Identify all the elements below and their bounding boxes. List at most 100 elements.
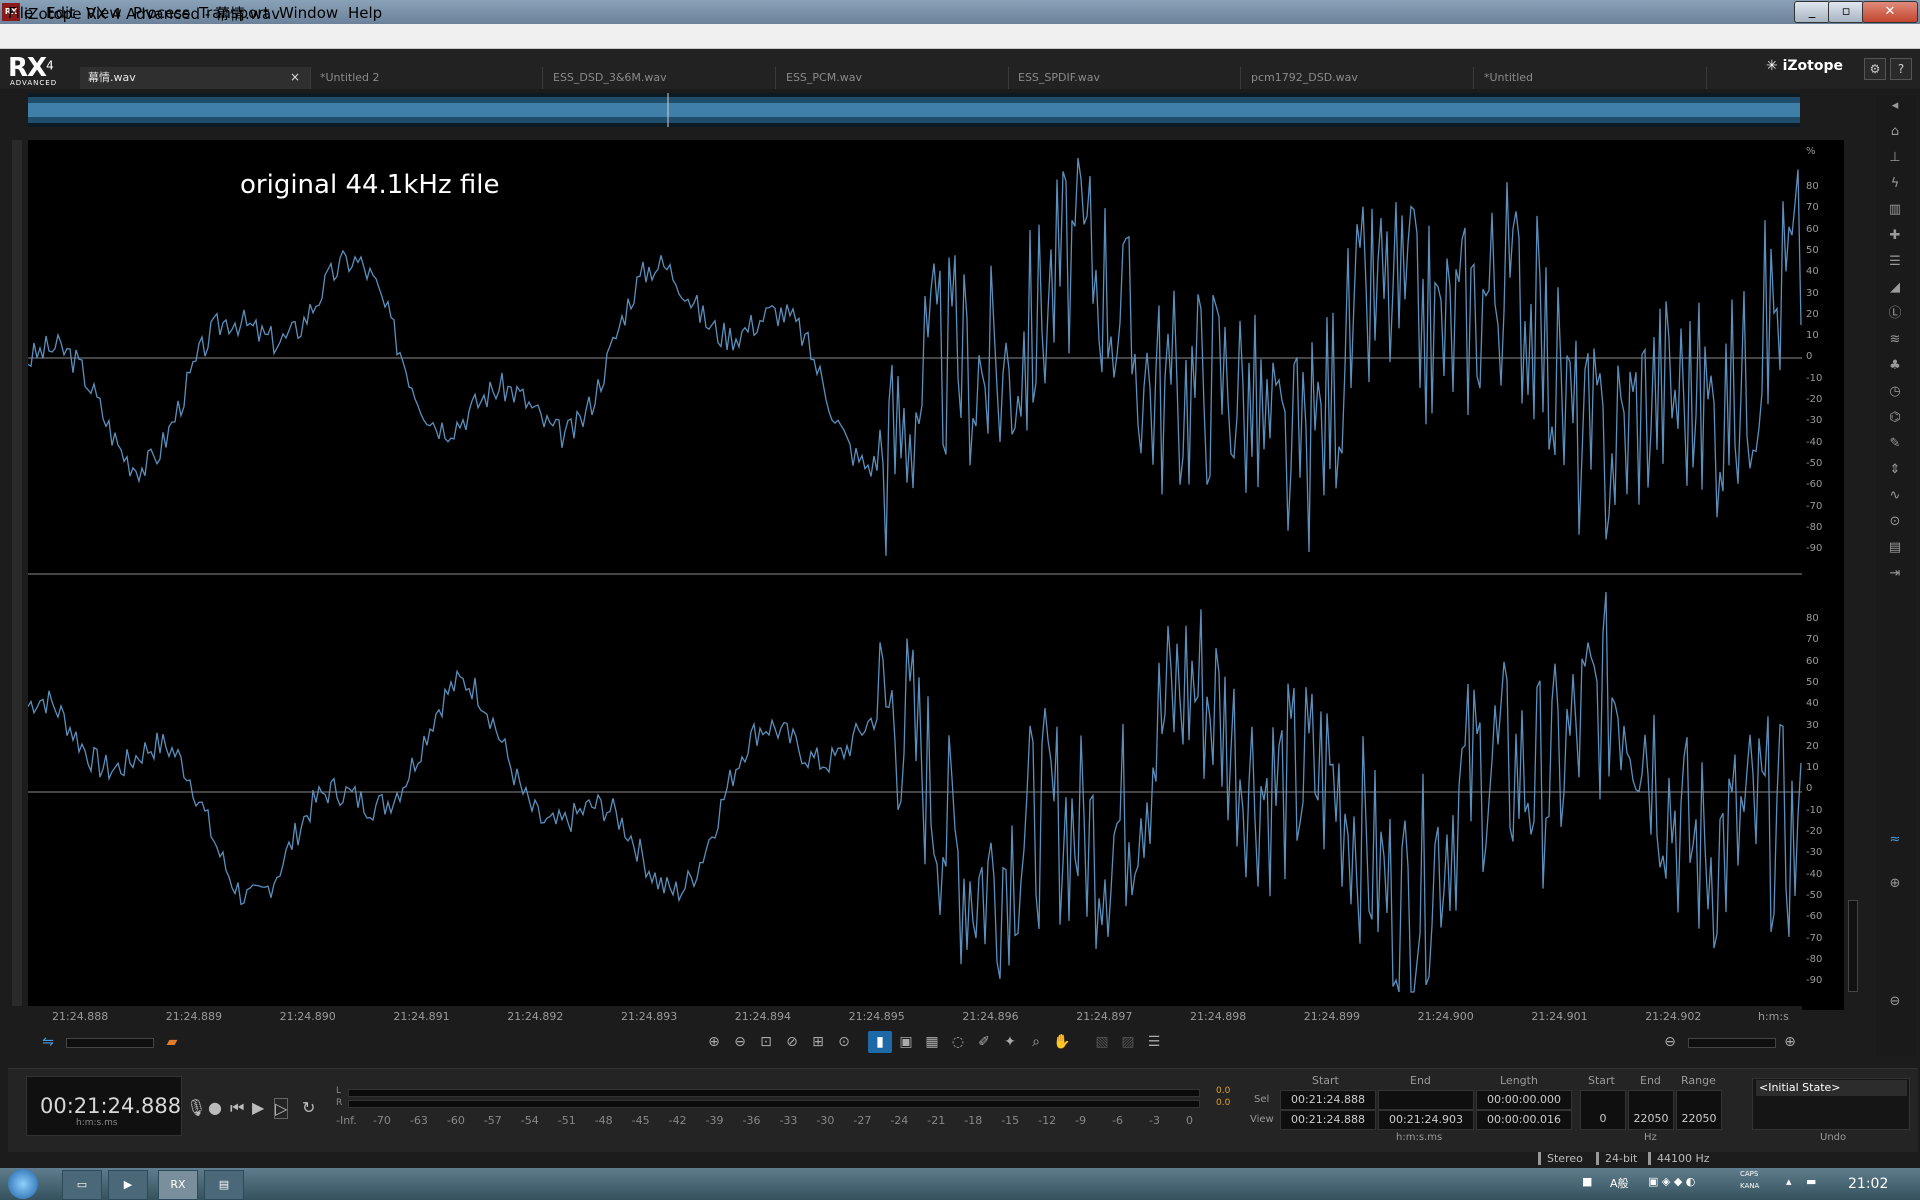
record-button[interactable]: ●	[208, 1098, 222, 1117]
time-selection-tool-icon[interactable]: ▮	[868, 1031, 892, 1053]
hum-tool-icon[interactable]: ▥	[1884, 200, 1906, 220]
eq-tool-icon[interactable]: ☰	[1884, 252, 1906, 272]
spectrogram-blend-slider[interactable]	[66, 1038, 154, 1048]
tab-file-active[interactable]: 幕情.wav	[80, 67, 311, 89]
plugin-tool-icon[interactable]: ✎	[1884, 434, 1906, 454]
vertical-zoom-in-icon[interactable]: ⊕	[1884, 874, 1906, 894]
windows-taskbar	[0, 1168, 1920, 1200]
menu-file[interactable]: File	[8, 4, 33, 22]
magnifier-tool-icon[interactable]: ⌕	[1024, 1031, 1048, 1053]
freq-selection-tool-icon[interactable]: ▣	[894, 1031, 918, 1053]
batch-tool-icon[interactable]: ▤	[1884, 538, 1906, 558]
lasso-tool-icon[interactable]: ◌	[946, 1031, 970, 1053]
freq-end-field[interactable]: 22050	[1628, 1090, 1674, 1130]
waveform-display[interactable]	[27, 140, 1802, 1006]
zoom-all-icon[interactable]: ⊞	[806, 1031, 830, 1053]
history-item[interactable]: <Initial State>	[1756, 1080, 1907, 1096]
freq-range-field[interactable]: 22050	[1676, 1090, 1722, 1130]
record-mic-icon[interactable]: 🎙	[186, 1098, 206, 1117]
vertical-zoom-out-icon[interactable]: ⊖	[1884, 992, 1906, 1012]
declick-tool-icon[interactable]: ⊥	[1884, 148, 1906, 168]
help-icon[interactable]: ?	[1890, 58, 1912, 80]
spectral-tool-icon[interactable]: ◢	[1884, 278, 1906, 298]
taskbar-clock: 21:02	[1848, 1176, 1889, 1192]
tab-untitled[interactable]: *Untitled	[1476, 67, 1707, 89]
tab-ess-pcm[interactable]: ESS_PCM.wav	[778, 67, 1009, 89]
resample-tool-icon[interactable]: ⇕	[1884, 460, 1906, 480]
horizontal-zoom-slider[interactable]	[1688, 1038, 1776, 1048]
menu-process[interactable]: Process	[133, 4, 190, 22]
loudness-tool-icon[interactable]: ⌬	[1884, 408, 1906, 428]
zoom-reset-icon[interactable]: ⊙	[832, 1031, 856, 1053]
tab-untitled-2[interactable]: *Untitled 2	[312, 67, 543, 89]
tray-arrow-icon[interactable]: ▴	[1786, 1175, 1792, 1188]
denoise-tool-icon[interactable]: ⌂	[1884, 122, 1906, 142]
pitch-tool-icon[interactable]: ∿	[1884, 486, 1906, 506]
waveform-overview[interactable]	[28, 93, 1800, 127]
menu-edit[interactable]: Edit	[46, 4, 75, 22]
view-length-field[interactable]: 00:00:00.016	[1476, 1110, 1572, 1130]
hand-tool-icon[interactable]: ✋	[1050, 1031, 1074, 1053]
magic-wand-icon[interactable]: ✦	[998, 1031, 1022, 1053]
leveler-tool-icon[interactable]: Ⓛ	[1884, 304, 1906, 324]
tab-ess-spdif[interactable]: ESS_SPDIF.wav	[1010, 67, 1241, 89]
ime-indicator[interactable]: A般	[1610, 1175, 1629, 1191]
clock-tool-icon[interactable]: ◷	[1884, 382, 1906, 402]
tab-ess-dsd[interactable]: ESS_DSD_3&6M.wav	[545, 67, 776, 89]
close-tab-icon[interactable]: ×	[290, 70, 300, 84]
amplitude-tick-top-9: -10	[1806, 372, 1823, 384]
playhead-strip[interactable]	[12, 140, 22, 1006]
loop-button[interactable]: ↻	[302, 1098, 315, 1117]
brush-tool-icon[interactable]: ✐	[972, 1031, 996, 1053]
bell-tool-icon[interactable]: ♣	[1884, 356, 1906, 376]
vertical-zoom-slider[interactable]	[1848, 900, 1858, 992]
media-taskbar-icon[interactable]: ▶	[108, 1170, 148, 1200]
zoom-out-time-icon[interactable]: ⊖	[728, 1031, 752, 1053]
view-start-field[interactable]: 00:21:24.888	[1280, 1110, 1376, 1130]
explorer-taskbar-icon[interactable]: ▭	[62, 1170, 102, 1200]
collapse-arrow-icon[interactable]: ◂	[1884, 96, 1906, 116]
settings-wrench-icon[interactable]: ⚙	[1864, 58, 1886, 80]
export-tool-icon[interactable]: ⇥	[1884, 564, 1906, 584]
h-zoom-out-icon[interactable]: ⊖	[1658, 1031, 1682, 1053]
menu-window[interactable]: Window	[279, 4, 338, 22]
play-button[interactable]: ▶	[252, 1098, 264, 1117]
channel-tool-icon[interactable]: ⊙	[1884, 512, 1906, 532]
start-button[interactable]	[8, 1169, 38, 1199]
zoom-in-time-icon[interactable]: ⊕	[702, 1031, 726, 1053]
sel-end-field[interactable]	[1378, 1090, 1474, 1110]
h-zoom-in-icon[interactable]: ⊕	[1778, 1031, 1802, 1053]
harmonics-tool-icon[interactable]: ▨	[1116, 1031, 1140, 1053]
window-taskbar-icon[interactable]: ▤	[204, 1170, 244, 1200]
layers-tool-icon[interactable]: ☰	[1142, 1031, 1166, 1053]
tab-pcm1792-dsd[interactable]: pcm1792_DSD.wav	[1243, 67, 1474, 89]
waveform-mode-icon[interactable]: ⇋	[36, 1031, 60, 1053]
minimize-button[interactable]: _	[1794, 1, 1830, 23]
zoom-fit-icon[interactable]: ⊘	[780, 1031, 804, 1053]
spectrogram-mode-icon[interactable]: ▰	[160, 1031, 184, 1053]
freq-start-field[interactable]: 0	[1580, 1090, 1626, 1130]
menu-view[interactable]: View	[86, 4, 122, 22]
annotation-text: original 44.1kHz file	[240, 170, 500, 200]
sel-length-field[interactable]: 00:00:00.000	[1476, 1090, 1572, 1110]
gain-tool-icon[interactable]: ✚	[1884, 226, 1906, 246]
rect-selection-tool-icon[interactable]: ▦	[920, 1031, 944, 1053]
zoom-selection-icon[interactable]: ⊡	[754, 1031, 778, 1053]
rx-taskbar-icon[interactable]: RX	[158, 1170, 198, 1200]
tray-shield-icon[interactable]: ■	[1582, 1175, 1592, 1188]
snap-tool-icon[interactable]: ▧	[1090, 1031, 1114, 1053]
network-icon[interactable]: ▬	[1806, 1175, 1816, 1188]
view-end-field[interactable]: 00:21:24.903	[1378, 1110, 1474, 1130]
tray-icons[interactable]: ▣ ◈ ◆ ◐	[1648, 1175, 1695, 1188]
close-window-button[interactable]: ✕	[1862, 1, 1918, 23]
play-selection-button[interactable]: ▷	[274, 1098, 289, 1119]
reverb-tool-icon[interactable]: ≋	[1884, 330, 1906, 350]
waveform-view-icon[interactable]: ≈	[1884, 830, 1906, 850]
skip-back-button[interactable]: ⏮	[230, 1098, 244, 1118]
amplitude-tick-top-1: 70	[1806, 202, 1819, 214]
maximize-button[interactable]: ▫	[1828, 1, 1864, 23]
menu-transport[interactable]: Transport	[199, 4, 269, 22]
sel-start-field[interactable]: 00:21:24.888	[1280, 1090, 1376, 1110]
menu-help[interactable]: Help	[348, 4, 382, 22]
declip-tool-icon[interactable]: ϟ	[1884, 174, 1906, 194]
